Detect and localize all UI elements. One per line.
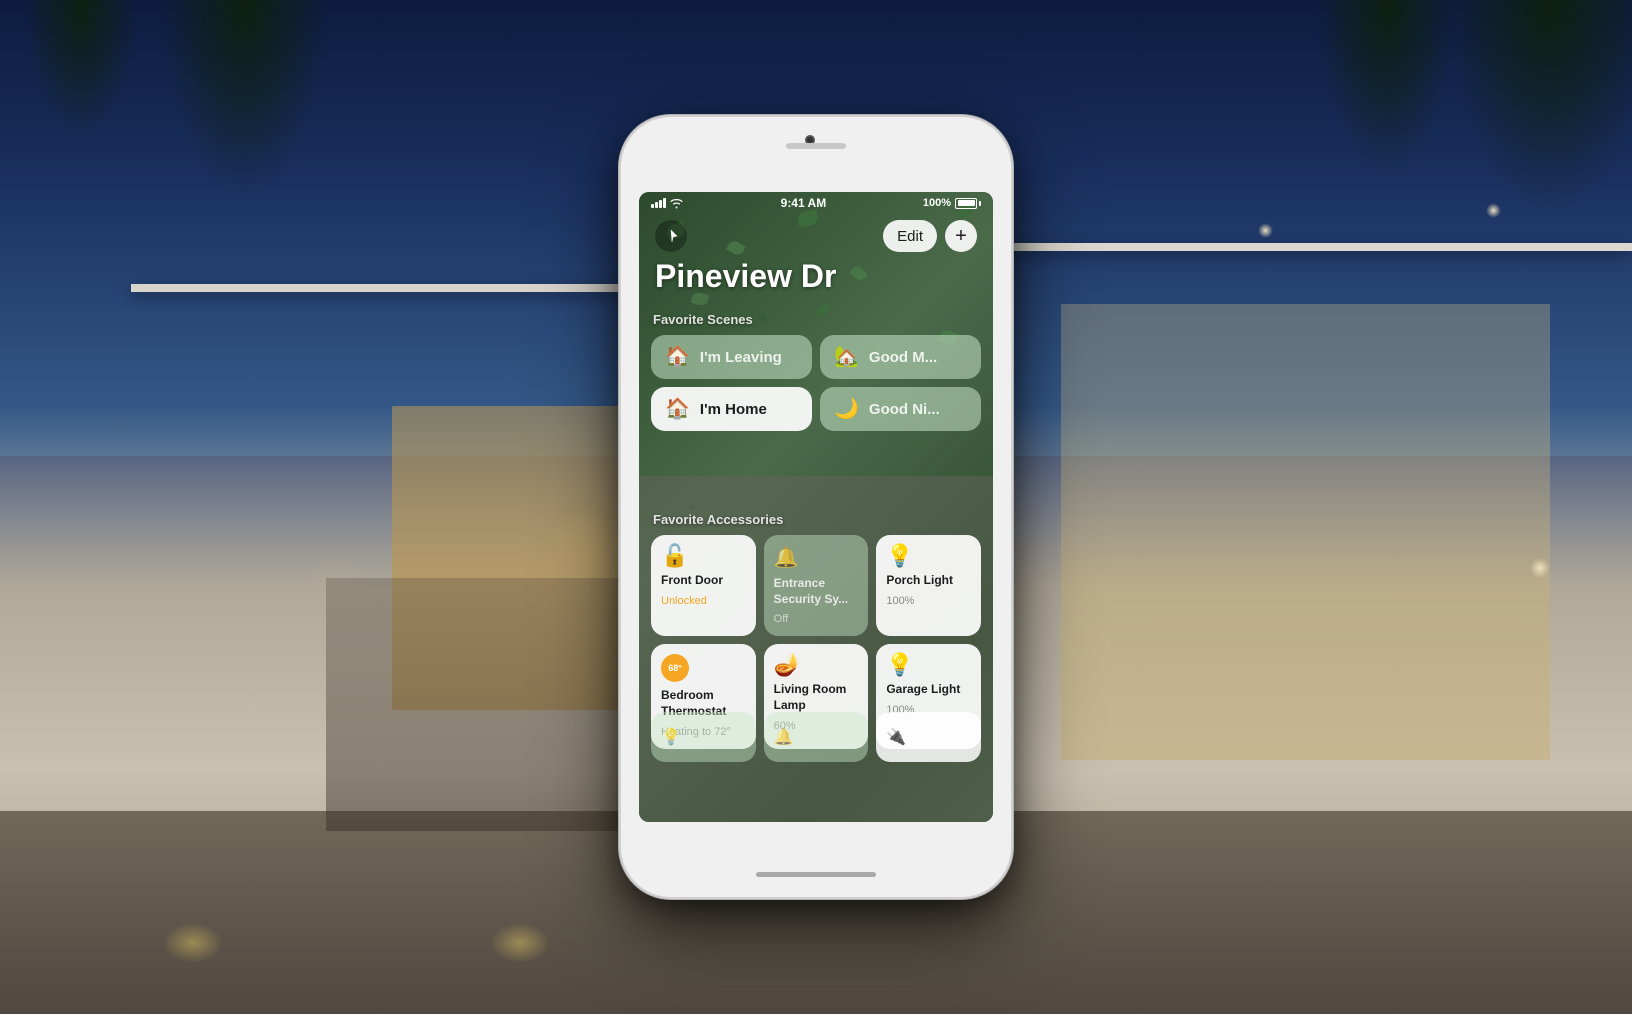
scenes-grid: 🏠 I'm Leaving 🏡 Good M... 🏠 I'm Home	[651, 335, 981, 431]
scene-night-label: Good Ni...	[869, 401, 940, 418]
row3-icon-1: 💡	[661, 727, 681, 747]
scene-morning-label: Good M...	[869, 349, 937, 366]
home-title: Pineview Dr	[655, 258, 836, 295]
phone-screen: 9:41 AM 100%	[639, 192, 993, 822]
status-bar: 9:41 AM 100%	[639, 192, 993, 214]
signal-bar-2	[655, 202, 658, 208]
row3-icon-2: 🔔	[774, 727, 794, 747]
scene-leaving-label: I'm Leaving	[700, 349, 782, 366]
home-indicator	[756, 872, 876, 877]
accessories-row3: 💡 🔔 🔌	[651, 712, 981, 762]
accessories-section-label: Favorite Accessories	[651, 512, 981, 527]
scene-im-home[interactable]: 🏠 I'm Home	[651, 387, 812, 431]
accessory-porch-light[interactable]: 💡 Porch Light 100%	[876, 535, 981, 636]
row3-tile-2[interactable]: 🔔	[764, 712, 869, 762]
accessory-front-door[interactable]: 🔓 Front Door Unlocked	[651, 535, 756, 636]
wifi-icon	[669, 198, 684, 209]
add-button[interactable]: +	[945, 220, 977, 252]
battery-percent: 100%	[923, 197, 951, 209]
thermostat-badge: 68°	[661, 654, 689, 682]
row3-tile-1[interactable]: 💡	[651, 712, 756, 762]
phone-device: 9:41 AM 100%	[621, 117, 1011, 897]
scene-home-icon: 🏠	[665, 399, 690, 419]
scene-good-night[interactable]: 🌙 Good Ni...	[820, 387, 981, 431]
edit-button[interactable]: Edit	[883, 220, 937, 252]
signal-bar-1	[651, 204, 654, 208]
phone-shell: 9:41 AM 100%	[621, 117, 1011, 897]
row3-icon-3: 🔌	[886, 727, 906, 747]
scene-night-icon: 🌙	[834, 399, 859, 419]
porch-light-name: Porch Light	[886, 573, 971, 589]
signal-bar-3	[659, 200, 662, 208]
accessory-entrance-security[interactable]: 🔔 Entrance Security Sy... Off	[764, 535, 869, 636]
row3-tile-3[interactable]: 🔌	[876, 712, 981, 762]
battery-icon	[955, 198, 981, 209]
security-name: Entrance Security Sy...	[774, 576, 859, 607]
location-arrow-icon	[664, 229, 678, 243]
lamp-name: Living Room Lamp	[774, 682, 859, 713]
front-door-status: Unlocked	[661, 595, 746, 608]
front-door-name: Front Door	[661, 573, 746, 589]
lamp-icon: 🪔	[774, 654, 859, 676]
location-button[interactable]	[655, 220, 687, 252]
scene-morning-icon: 🏡	[834, 347, 859, 367]
status-left	[651, 198, 684, 209]
scene-home-label: I'm Home	[700, 401, 767, 418]
thermostat-temp: 68°	[668, 663, 682, 673]
status-time: 9:41 AM	[781, 196, 827, 210]
porch-light-icon: 💡	[886, 545, 971, 567]
garage-light-name: Garage Light	[886, 682, 971, 698]
signal-bar-4	[663, 198, 666, 208]
security-status: Off	[774, 613, 859, 626]
lock-icon: 🔓	[661, 545, 746, 567]
scene-good-morning[interactable]: 🏡 Good M...	[820, 335, 981, 379]
scene-leaving-icon: 🏠	[665, 347, 690, 367]
security-icon: 🔔	[774, 545, 859, 570]
garage-light-icon: 💡	[886, 654, 971, 676]
signal-bars	[651, 198, 666, 208]
scenes-section-label: Favorite Scenes	[651, 312, 981, 327]
scene-im-leaving[interactable]: 🏠 I'm Leaving	[651, 335, 812, 379]
porch-light-status: 100%	[886, 595, 971, 608]
phone-speaker	[786, 143, 846, 149]
app-nav: Edit +	[639, 214, 993, 258]
scenes-section: Favorite Scenes 🏠 I'm Leaving 🏡 Good M..…	[651, 312, 981, 431]
status-right: 100%	[923, 197, 981, 209]
